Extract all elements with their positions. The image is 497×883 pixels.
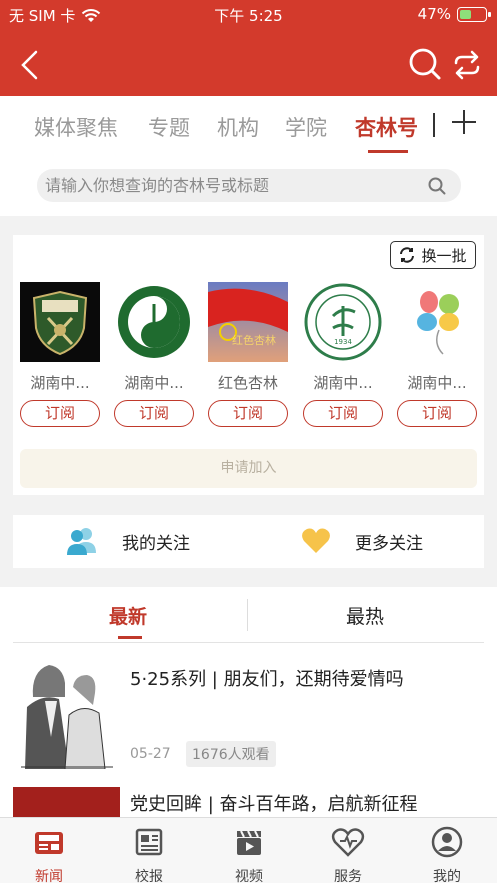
nav-profile-label: 我的 <box>433 869 461 883</box>
apply-join-button[interactable]: 申请加入 <box>20 449 477 488</box>
heart-icon <box>302 528 330 553</box>
battery-info: 47% <box>417 5 491 23</box>
battery-level-fill <box>460 9 471 19</box>
account-name: 湖南中... <box>124 374 184 392</box>
account-name: 湖南中... <box>30 374 90 392</box>
account-card[interactable]: 湖南中... 订阅 <box>19 282 101 427</box>
refresh-batch-button[interactable]: 换一批 <box>390 241 476 269</box>
account-logo-text: 红色杏林 <box>232 333 276 347</box>
heart-icon <box>331 828 365 857</box>
account-name: 湖南中... <box>407 374 467 392</box>
switch-icon[interactable] <box>452 50 482 80</box>
account-card[interactable]: 湖南中... 订阅 <box>113 282 195 427</box>
account-card[interactable]: 红色杏林 红色杏林 订阅 <box>207 282 289 427</box>
account-logo: 红色杏林 <box>208 282 288 362</box>
newspaper-icon <box>135 828 163 856</box>
status-bar: 无 SIM 卡 下午 5:25 47% <box>0 0 497 30</box>
feed-active-indicator <box>118 636 142 639</box>
video-icon <box>237 830 261 855</box>
nav-service-label: 服务 <box>334 869 362 883</box>
news-feed: 最新 最热 5·25系列 | 朋友们，还期待爱情吗 05-27 1676人观看 … <box>0 587 497 817</box>
nav-video-label: 视频 <box>235 869 263 883</box>
battery-icon <box>457 6 491 22</box>
user-icon <box>431 826 463 858</box>
feed-divider <box>13 642 484 643</box>
tab-media-focus[interactable]: 媒体聚焦 <box>34 112 118 142</box>
tab-topics[interactable]: 专题 <box>148 112 190 142</box>
subscribe-button[interactable]: 订阅 <box>303 400 383 427</box>
nav-service[interactable]: 服务 <box>308 826 388 883</box>
account-logo <box>397 282 477 362</box>
account-logo <box>114 282 194 362</box>
news-views-badge: 1676人观看 <box>186 741 276 767</box>
plus-icon[interactable] <box>450 108 478 136</box>
tab-hottest[interactable]: 最热 <box>346 602 384 629</box>
users-icon <box>67 528 96 555</box>
my-follow-label: 我的关注 <box>122 533 190 554</box>
more-follow-label: 更多关注 <box>355 533 423 554</box>
category-tabs: 媒体聚焦 专题 机构 学院 杏林号 <box>0 96 497 158</box>
news-icon <box>35 832 63 854</box>
tab-colleges[interactable]: 学院 <box>285 112 327 142</box>
search-submit-button[interactable] <box>413 169 461 202</box>
news-thumbnail <box>13 657 120 769</box>
app-header: 无 SIM 卡 下午 5:25 47% <box>0 0 497 96</box>
news-item[interactable]: 党史回眸 | 奋斗百年路，启航新征程 <box>0 786 497 817</box>
search-icon[interactable] <box>408 47 442 81</box>
search-input[interactable] <box>37 169 413 202</box>
account-logo-text: 1934 <box>334 338 352 346</box>
news-date: 05-27 <box>130 746 171 762</box>
news-thumbnail <box>13 787 120 817</box>
news-title: 5·25系列 | 朋友们，还期待爱情吗 <box>130 669 404 690</box>
account-name: 湖南中... <box>313 374 373 392</box>
subscribe-button[interactable]: 订阅 <box>20 400 100 427</box>
news-title: 党史回眸 | 奋斗百年路，启航新征程 <box>130 794 418 815</box>
account-logo: 1934 <box>303 282 383 362</box>
subscribe-button[interactable]: 订阅 <box>397 400 477 427</box>
chevron-left-icon[interactable] <box>18 50 42 80</box>
nav-school-paper[interactable]: 校报 <box>109 826 189 883</box>
more-follow-button[interactable]: 更多关注 <box>301 527 423 555</box>
my-follow-button[interactable]: 我的关注 <box>66 527 190 555</box>
tab-xinglin-accounts[interactable]: 杏林号 <box>355 112 418 142</box>
subscribe-button[interactable]: 订阅 <box>208 400 288 427</box>
nav-video[interactable]: 视频 <box>209 826 289 883</box>
nav-profile[interactable]: 我的 <box>407 826 487 883</box>
account-card[interactable]: 1934 湖南中... 订阅 <box>302 282 384 427</box>
battery-percent: 47% <box>417 5 451 23</box>
account-logo <box>20 282 100 362</box>
recommended-accounts-card: 换一批 湖南中... 订阅 湖南中... 订阅 红色杏林 红色杏林 订阅 193… <box>13 235 484 495</box>
search-bar <box>0 158 497 216</box>
account-name: 红色杏林 <box>217 374 278 392</box>
news-item[interactable]: 5·25系列 | 朋友们，还期待爱情吗 05-27 1676人观看 <box>0 657 497 772</box>
follow-bar: 我的关注 更多关注 <box>13 515 484 568</box>
active-tab-indicator <box>368 150 408 153</box>
subscribe-button[interactable]: 订阅 <box>114 400 194 427</box>
search-icon <box>428 177 446 194</box>
refresh-label: 换一批 <box>421 246 467 265</box>
bottom-nav: 新闻 校报 视频 服务 我的 <box>0 817 497 883</box>
nav-school-paper-label: 校报 <box>135 869 163 883</box>
nav-news[interactable]: 新闻 <box>9 826 89 883</box>
account-card[interactable]: 湖南中... 订阅 <box>396 282 478 427</box>
nav-news-label: 新闻 <box>35 869 63 883</box>
tab-institutions[interactable]: 机构 <box>217 112 259 142</box>
tab-latest[interactable]: 最新 <box>109 602 147 629</box>
refresh-icon <box>400 247 415 263</box>
feed-tab-divider <box>247 599 248 631</box>
tab-divider <box>433 113 435 137</box>
